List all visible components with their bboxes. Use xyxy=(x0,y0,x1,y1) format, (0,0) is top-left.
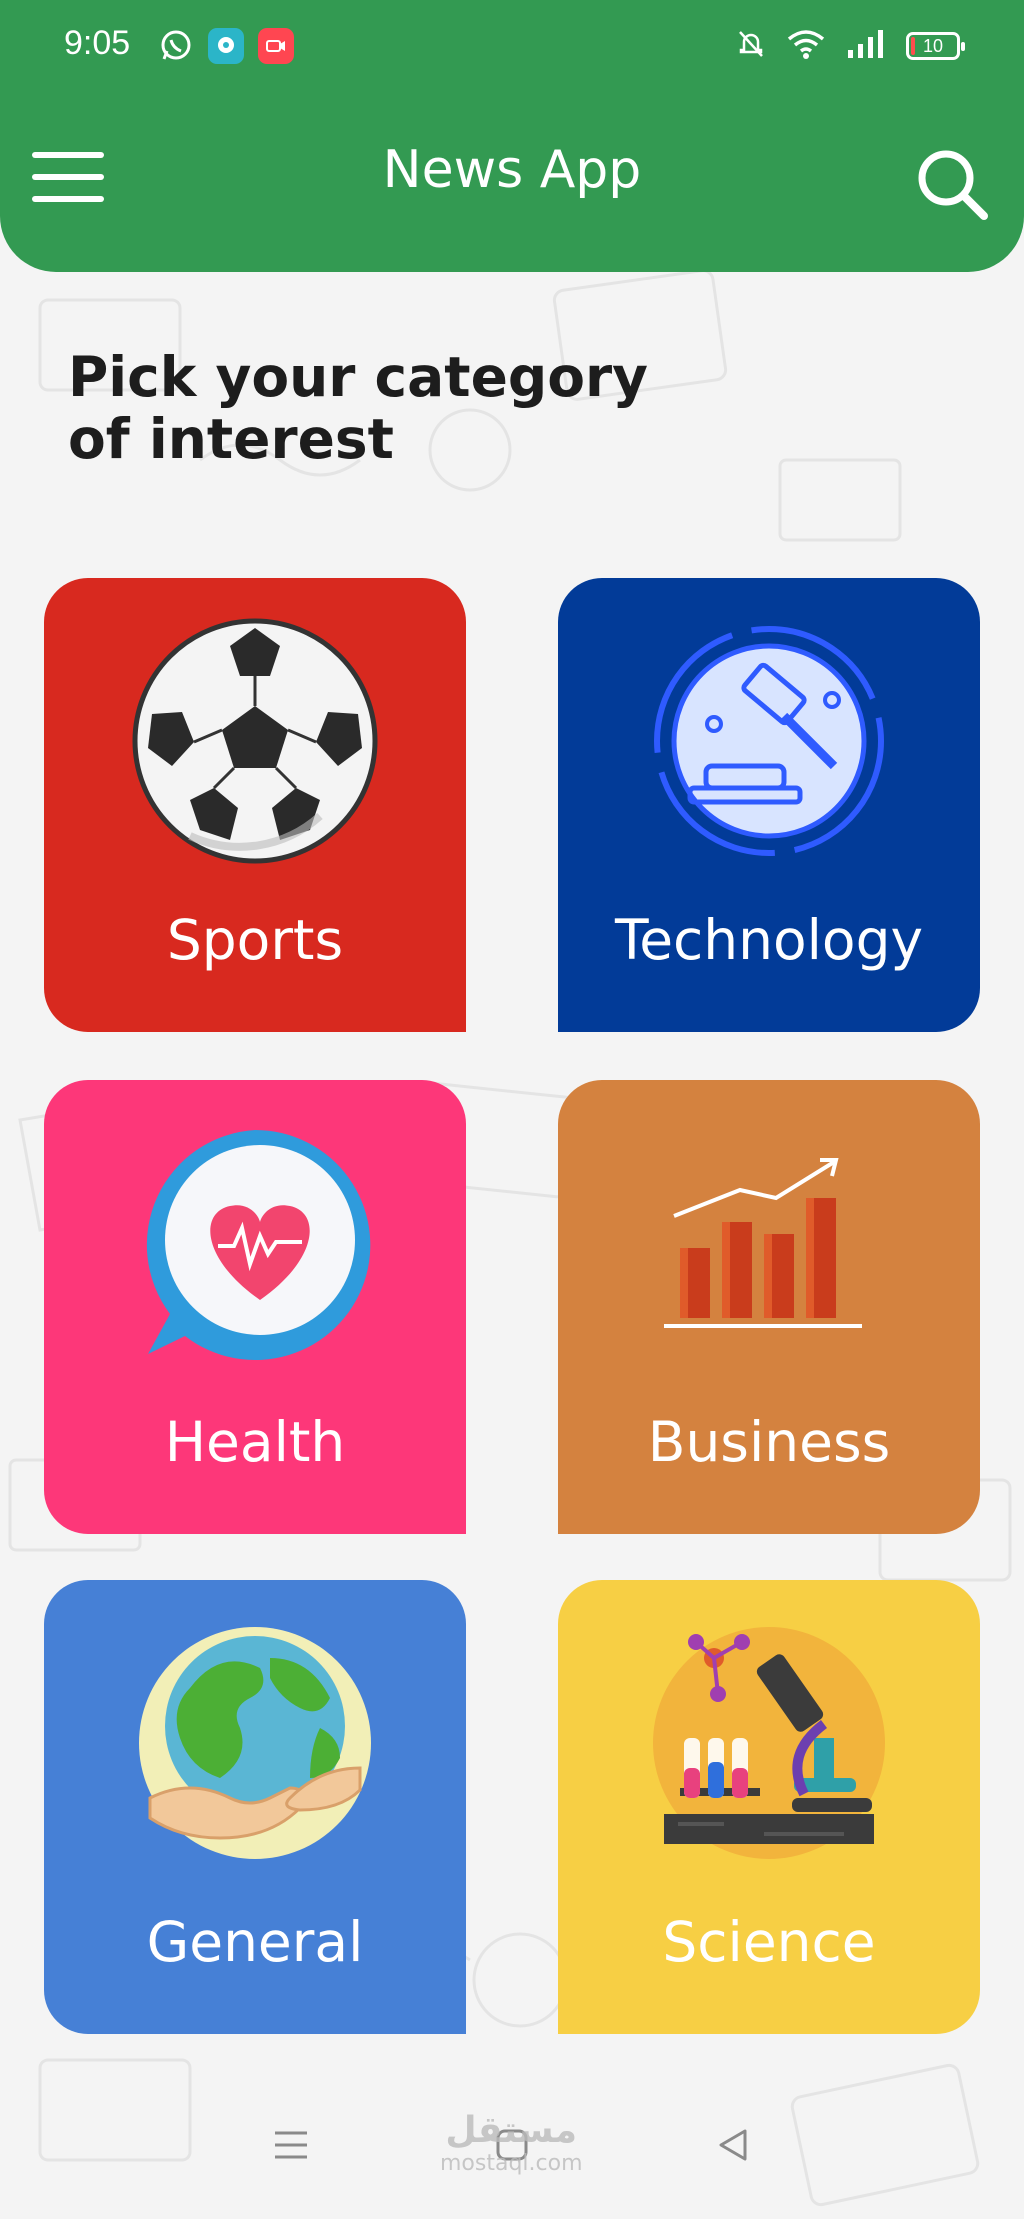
chat-app-icon xyxy=(208,28,244,64)
back-icon[interactable] xyxy=(701,2113,765,2177)
category-label: Technology xyxy=(614,908,924,972)
video-recorder-icon xyxy=(258,28,294,64)
signal-icon xyxy=(846,28,886,64)
wifi-icon xyxy=(786,28,826,64)
category-label: General xyxy=(146,1910,364,1974)
category-card-technology[interactable]: Technology xyxy=(558,578,980,1032)
globe-hands-icon xyxy=(139,1627,371,1859)
battery-icon: 10 xyxy=(906,32,965,60)
microscope-lab-icon xyxy=(653,1627,885,1859)
category-label: Science xyxy=(662,1910,876,1974)
category-label: Sports xyxy=(166,908,344,972)
watermark-latin: mostaql.com xyxy=(440,2151,583,2176)
heading-line-2: of interest xyxy=(68,407,394,471)
category-card-health[interactable]: Health xyxy=(44,1080,466,1534)
heart-chat-icon xyxy=(146,1129,371,1360)
category-label: Health xyxy=(164,1410,346,1474)
recent-apps-icon[interactable] xyxy=(259,2113,323,2177)
category-label: Business xyxy=(647,1410,891,1474)
watermark: مستقل mostaql.com xyxy=(440,2110,583,2176)
bar-chart-icon xyxy=(664,1158,862,1328)
app-bar: 9:05 10 News App xyxy=(0,0,1024,272)
category-card-business[interactable]: Business xyxy=(558,1080,980,1534)
notification-icons xyxy=(158,28,294,64)
category-card-general[interactable]: General xyxy=(44,1580,466,2034)
heading-line-1: Pick your category xyxy=(68,345,648,409)
whatsapp-icon xyxy=(158,28,194,64)
soccer-ball-icon xyxy=(132,618,378,864)
watermark-arabic: مستقل xyxy=(445,2110,578,2151)
battery-level-fill xyxy=(911,37,915,55)
search-icon[interactable] xyxy=(912,144,992,224)
news-app-screen: 9:05 10 News App Pick your category of i… xyxy=(0,0,1024,2219)
battery-level-text: 10 xyxy=(922,35,944,56)
mute-bell-icon xyxy=(736,28,766,64)
gavel-icon xyxy=(654,626,884,856)
app-title: News App xyxy=(382,140,642,200)
category-card-science[interactable]: Science xyxy=(558,1580,980,2034)
status-time: 9:05 xyxy=(64,24,131,62)
system-status-icons: 10 xyxy=(736,28,965,64)
page-heading: Pick your category of interest xyxy=(68,346,708,470)
category-card-sports[interactable]: Sports xyxy=(44,578,466,1032)
